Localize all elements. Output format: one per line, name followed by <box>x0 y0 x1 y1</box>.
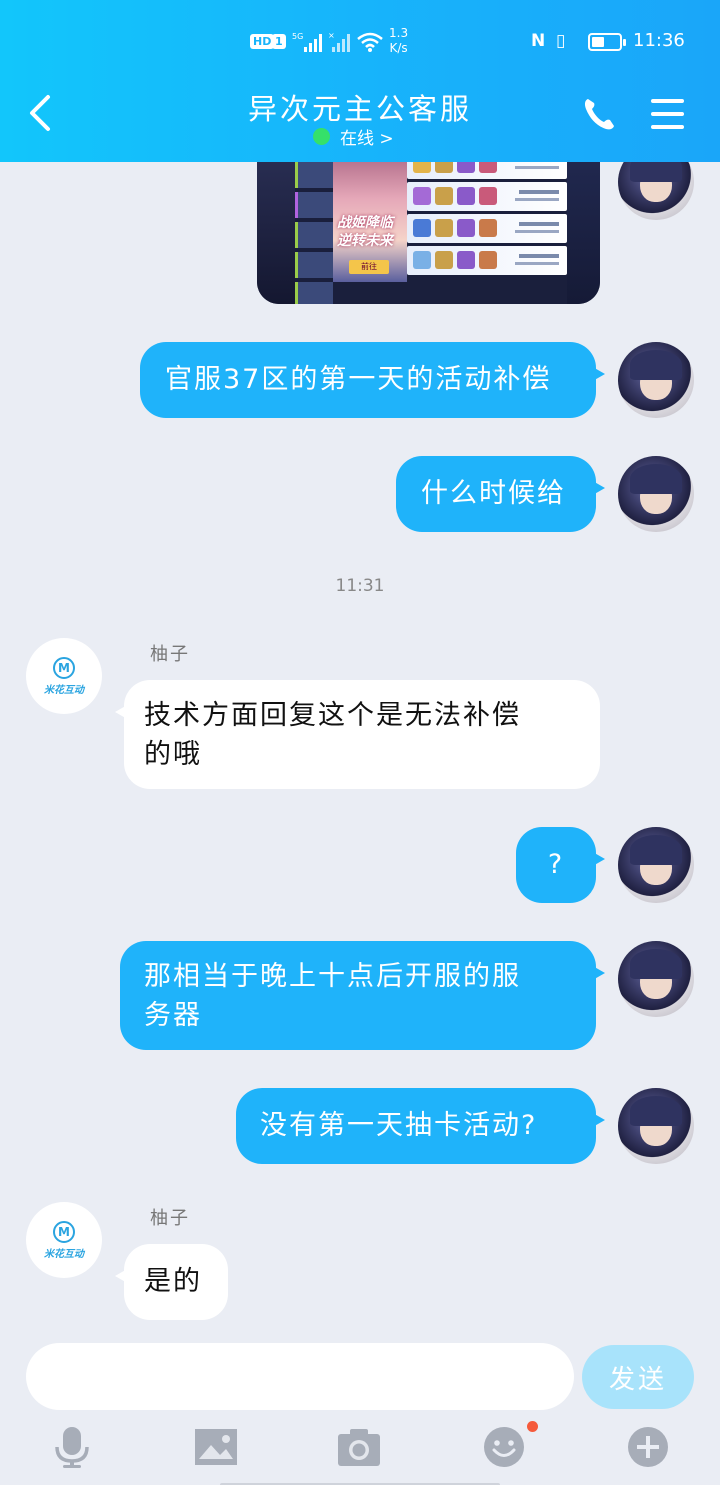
user-avatar[interactable] <box>618 162 694 220</box>
vibrate-icon: ▯ <box>556 31 566 51</box>
message-line: 技术方面回复这个是无法补偿 <box>144 700 521 731</box>
user-avatar[interactable] <box>618 456 694 532</box>
hd-slot-badge: 1 <box>272 34 286 49</box>
user-avatar[interactable] <box>618 941 694 1017</box>
sender-name: 柚子 <box>150 1208 190 1229</box>
image-left-panel <box>257 162 295 304</box>
svg-text:5G: 5G <box>292 32 303 41</box>
image-right-panel <box>567 162 600 304</box>
incoming-message[interactable]: 是的 <box>115 1244 228 1320</box>
signal-5g-icon: 5G <box>292 32 322 52</box>
chat-title: 异次元主公客服 <box>247 92 472 126</box>
menu-icon[interactable] <box>651 99 684 129</box>
online-status[interactable]: 在线 > <box>313 124 394 149</box>
outgoing-message[interactable]: 什么时候给 <box>396 456 605 532</box>
incoming-message[interactable]: 技术方面回复这个是无法补偿 的哦 <box>115 680 600 789</box>
speed-unit: K/s <box>389 41 408 55</box>
time-separator: 11:31 <box>335 576 385 596</box>
user-avatar[interactable] <box>618 342 694 418</box>
message-list[interactable]: 战姬降临 逆转未来 前往 官服37区的第一天的活动补偿 什么时候给 11:31 … <box>0 162 720 1337</box>
banner-line-2: 逆转未来 <box>337 233 393 249</box>
image-banner-text: 战姬降临 逆转未来 <box>337 214 393 250</box>
svg-text:×: × <box>328 31 335 40</box>
cs-brand-text: 米花互动 <box>44 684 84 696</box>
signal-secondary-icon: × <box>328 31 350 52</box>
sender-name: 柚子 <box>150 644 190 665</box>
outgoing-message[interactable]: 那相当于晚上十点后开服的服 务器 <box>120 941 605 1050</box>
outgoing-message[interactable]: 没有第一天抽卡活动? <box>236 1088 605 1164</box>
plus-icon[interactable] <box>626 1425 670 1469</box>
message-line: 务器 <box>144 1000 202 1031</box>
image-icon[interactable] <box>194 1425 238 1469</box>
cs-avatar[interactable]: M 米花互动 <box>26 1202 102 1278</box>
nfc-icon: N <box>531 31 546 51</box>
cs-logo-icon: M <box>53 1220 75 1243</box>
camera-icon[interactable] <box>337 1425 381 1469</box>
speed-value: 1.3 <box>389 26 409 40</box>
image-reward-rows <box>407 162 567 278</box>
message-line: 那相当于晚上十点后开服的服 <box>144 961 521 992</box>
status-bar: HD 1 5G × 1.3 K/s N ▯ 11:36 <box>0 20 720 64</box>
message-input[interactable] <box>26 1343 574 1410</box>
send-button[interactable]: 发送 <box>582 1345 694 1409</box>
user-avatar[interactable] <box>618 827 694 903</box>
emoji-badge-dot <box>527 1421 538 1432</box>
emoji-icon[interactable] <box>482 1425 526 1469</box>
image-banner-button: 前往 <box>349 260 389 274</box>
wifi-icon <box>357 32 383 52</box>
back-arrow-icon[interactable] <box>26 93 56 133</box>
user-avatar[interactable] <box>618 1088 694 1164</box>
outgoing-message[interactable]: ? <box>516 827 605 903</box>
hd-badge: HD <box>250 34 275 49</box>
cs-brand-text: 米花互动 <box>44 1248 84 1260</box>
network-speed: 1.3 K/s <box>389 26 408 56</box>
phone-icon[interactable] <box>582 96 616 132</box>
input-bar: 发送 <box>0 1337 720 1485</box>
banner-line-1: 战姬降临 <box>337 215 393 231</box>
chat-header: HD 1 5G × 1.3 K/s N ▯ 11:36 异次元主公客服 在线 > <box>0 0 720 162</box>
online-status-label: 在线 > <box>340 129 394 149</box>
message-line: 的哦 <box>144 739 202 770</box>
clock: 11:36 <box>633 30 685 51</box>
cs-avatar[interactable]: M 米花互动 <box>26 638 102 714</box>
image-message[interactable]: 战姬降临 逆转未来 前往 <box>257 162 600 304</box>
image-tabs <box>295 162 333 304</box>
battery-icon <box>588 33 626 51</box>
microphone-icon[interactable] <box>50 1425 94 1469</box>
cs-logo-icon: M <box>53 656 75 679</box>
outgoing-message[interactable]: 官服37区的第一天的活动补偿 <box>140 342 605 418</box>
online-dot-icon <box>313 128 330 145</box>
